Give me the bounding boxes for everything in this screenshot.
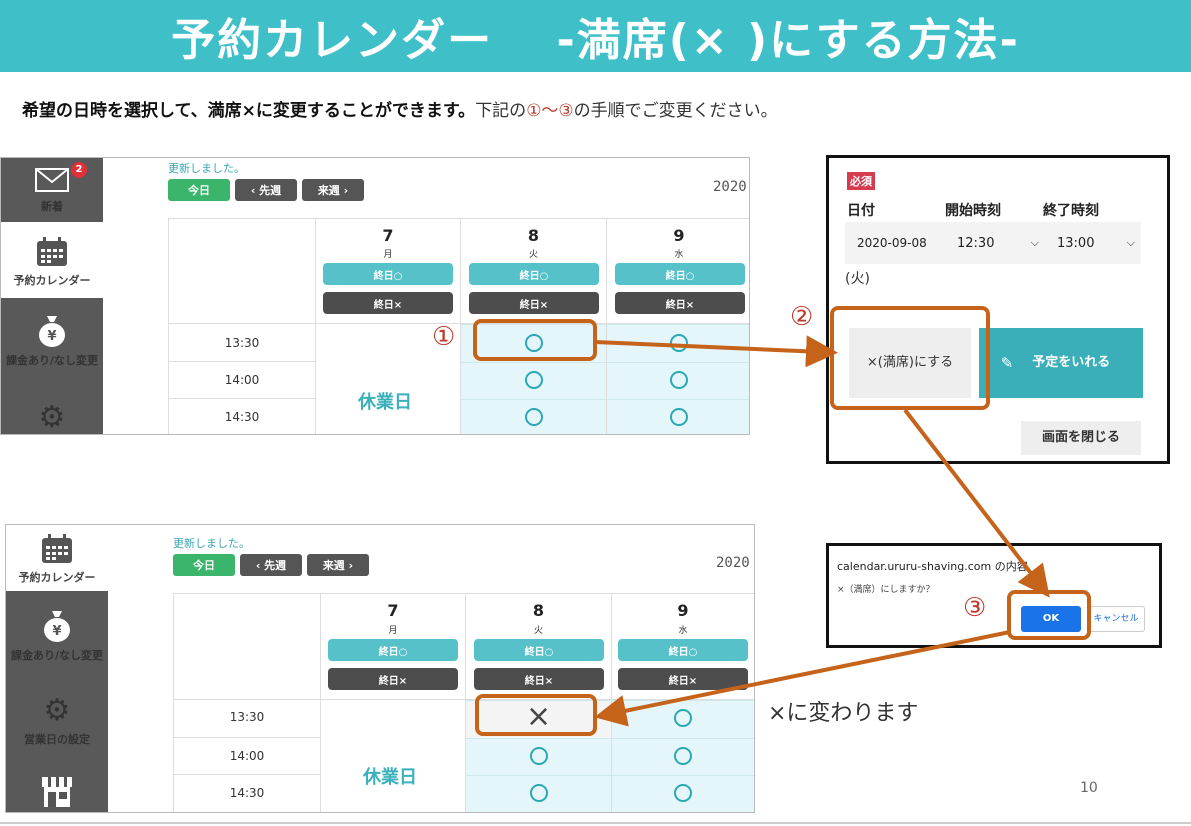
step-marker: ③	[963, 593, 987, 623]
page-number: 10	[1080, 780, 1098, 796]
step-marker: ②	[790, 302, 814, 332]
arrow-step1	[594, 335, 838, 368]
highlight-step2	[830, 306, 990, 410]
footer-divider	[0, 822, 1191, 824]
step-marker: ①	[432, 322, 456, 352]
result-note: ×に変わります	[768, 701, 919, 726]
highlight-result	[475, 694, 597, 736]
arrow-step2	[903, 408, 1050, 598]
highlight-step3	[1007, 590, 1091, 640]
highlight-step1	[473, 319, 597, 361]
